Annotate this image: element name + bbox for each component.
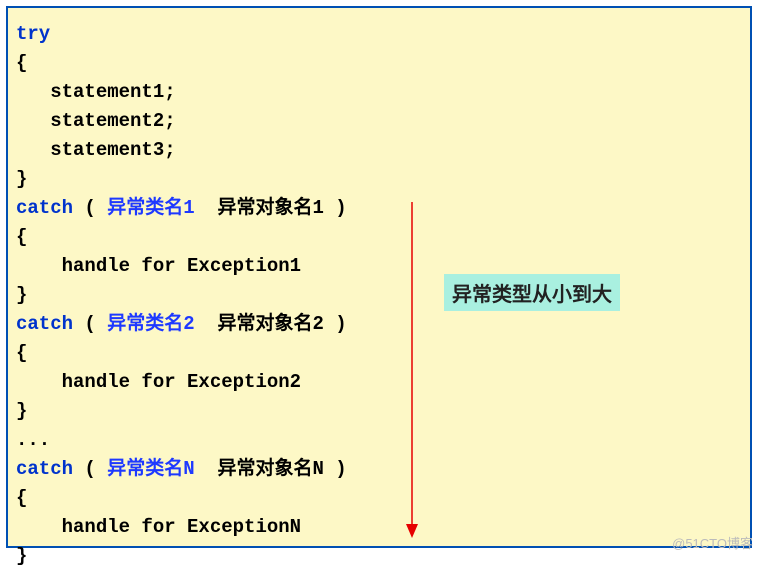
exception-object: 异常对象名N <box>195 458 324 480</box>
exception-object: 异常对象名1 <box>195 197 324 219</box>
code-line: { <box>16 223 742 252</box>
code-line: { <box>16 49 742 78</box>
code-line: try <box>16 20 742 49</box>
code-line: handle for Exception2 <box>16 368 742 397</box>
keyword-catch: catch <box>16 458 73 480</box>
exception-object: 异常对象名2 <box>195 313 324 335</box>
code-line: catch ( 异常类名2 异常对象名2 ) <box>16 310 742 339</box>
keyword-catch: catch <box>16 313 73 335</box>
arrow-down-icon <box>402 202 422 538</box>
code-line: handle for Exception1 <box>16 252 742 281</box>
code-line: catch ( 异常类名N 异常对象名N ) <box>16 455 742 484</box>
code-line: } <box>16 281 742 310</box>
code-line: statement3; <box>16 136 742 165</box>
exception-class: 异常类名N <box>107 458 194 480</box>
exception-class: 异常类名1 <box>107 197 194 219</box>
code-line: statement1; <box>16 78 742 107</box>
diagram-container: try { statement1; statement2; statement3… <box>0 0 759 554</box>
watermark-text: @51CTO博客 <box>672 533 753 552</box>
code-line: } <box>16 542 742 571</box>
code-line: statement2; <box>16 107 742 136</box>
code-block: try { statement1; statement2; statement3… <box>6 6 752 548</box>
code-line: ... <box>16 426 742 455</box>
exception-class: 异常类名2 <box>107 313 194 335</box>
code-line: { <box>16 484 742 513</box>
keyword-catch: catch <box>16 197 73 219</box>
code-line: { <box>16 339 742 368</box>
code-line: } <box>16 165 742 194</box>
annotation-label: 异常类型从小到大 <box>444 274 620 311</box>
code-line: handle for ExceptionN <box>16 513 742 542</box>
code-line: } <box>16 397 742 426</box>
code-line: catch ( 异常类名1 异常对象名1 ) <box>16 194 742 223</box>
keyword-try: try <box>16 23 50 45</box>
